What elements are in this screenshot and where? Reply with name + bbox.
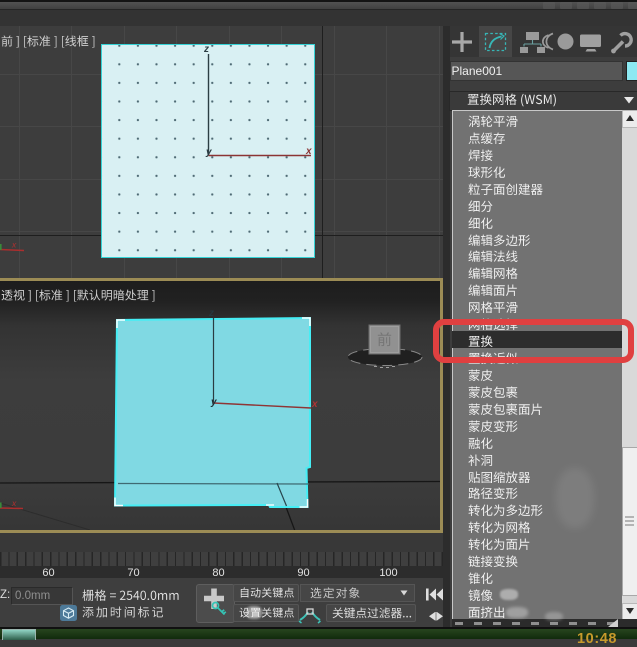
- svg-text:x: x: [11, 498, 17, 508]
- svg-text:x: x: [11, 240, 17, 250]
